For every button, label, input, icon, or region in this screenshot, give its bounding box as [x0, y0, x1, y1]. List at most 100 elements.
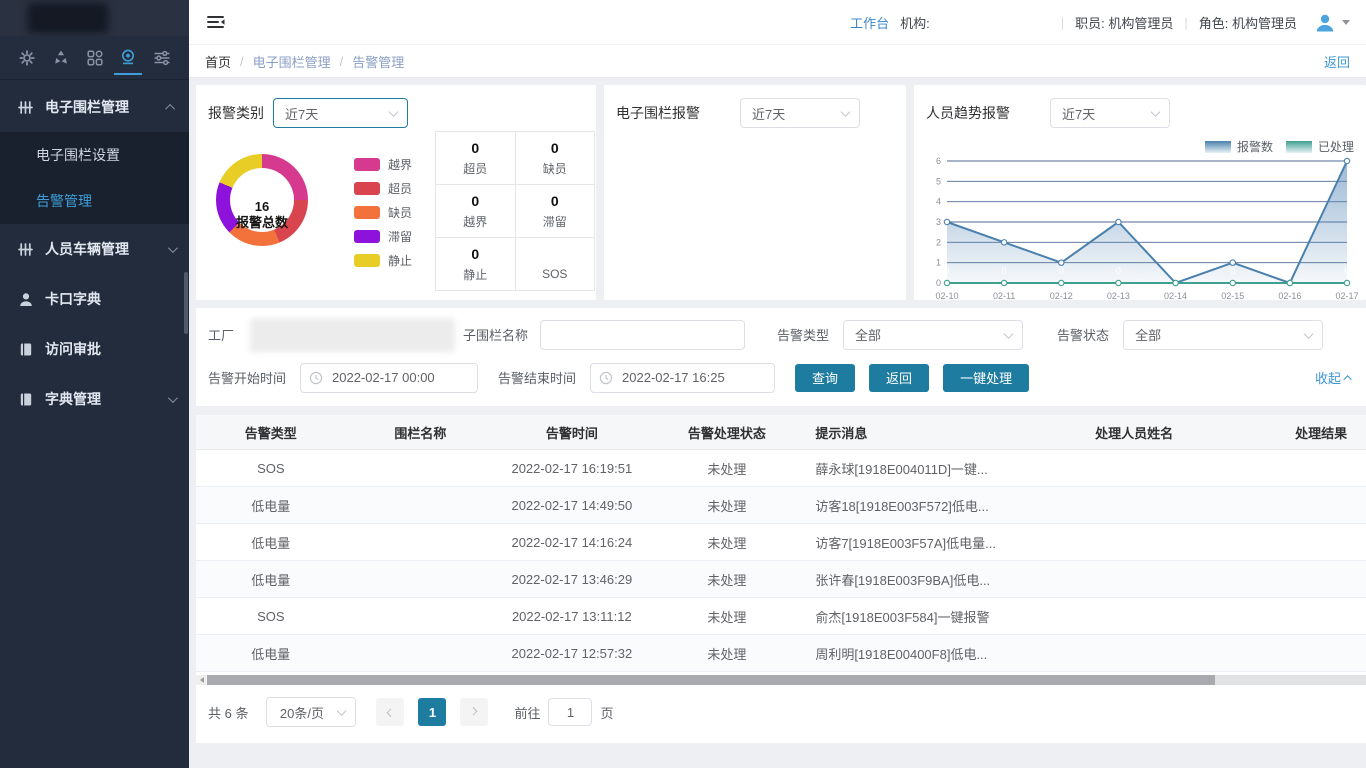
svg-text:0: 0	[1059, 266, 1064, 276]
breadcrumb-item[interactable]: 电子围栏管理	[253, 52, 331, 71]
table-cell	[346, 450, 496, 487]
page-size-select[interactable]: 20条/页	[266, 697, 356, 727]
alarm-type-select[interactable]: 全部	[843, 320, 1023, 350]
breadcrumb-row: 首页/电子围栏管理/告警管理 返回	[189, 45, 1366, 78]
subfence-input[interactable]	[540, 320, 745, 350]
scrollbar-thumb[interactable]	[207, 675, 1215, 685]
stat-cell: SOS	[516, 238, 595, 290]
back-link[interactable]: 返回	[1324, 52, 1350, 71]
start-time-input[interactable]	[300, 363, 478, 393]
table-row[interactable]: SOS2022-02-17 16:19:51未处理薛永球[1918E004011…	[196, 450, 1366, 487]
current-page-button[interactable]: 1	[418, 698, 446, 726]
sliders-icon[interactable]	[148, 41, 176, 75]
table-cell	[346, 598, 496, 635]
legend-label: 滞留	[388, 228, 412, 245]
sidebar-scrollbar[interactable]	[184, 272, 188, 334]
fence-alarm-card: 电子围栏报警 近7天	[604, 85, 906, 300]
start-time-label: 告警开始时间	[208, 368, 286, 387]
column-header: 告警时间	[495, 415, 648, 450]
column-header: 处理结果	[1228, 415, 1366, 450]
sidebar-item-4[interactable]: 字典管理	[0, 374, 189, 424]
legend-label: 报警数	[1237, 138, 1273, 155]
table-cell: 2022-02-17 14:49:50	[495, 487, 648, 524]
range-select[interactable]: 近7天	[740, 98, 860, 128]
sidebar-item-label: 电子围栏管理	[45, 97, 168, 117]
svg-text:02-11: 02-11	[993, 291, 1015, 301]
sidebar-subitem[interactable]: 电子围栏设置	[0, 132, 189, 178]
legend-label: 越界	[388, 156, 412, 173]
table-row[interactable]: 低电量2022-02-17 14:16:24未处理访客7[1918E003F57…	[196, 524, 1366, 561]
svg-text:2: 2	[936, 237, 941, 247]
legend-label: 已处理	[1318, 138, 1354, 155]
goto-page-input[interactable]	[548, 698, 592, 726]
horizontal-scrollbar[interactable]	[196, 675, 1366, 685]
table-row[interactable]: 低电量2022-02-17 13:46:29未处理张许春[1918E003F9B…	[196, 561, 1366, 598]
sidebar-item-1[interactable]: 人员车辆管理	[0, 224, 189, 274]
collapse-menu-icon[interactable]	[205, 12, 226, 32]
divider: |	[1184, 15, 1187, 30]
legend-item: 报警数	[1205, 138, 1273, 155]
legend-swatch	[1286, 141, 1312, 153]
range-select[interactable]: 近7天	[1050, 98, 1170, 128]
range-select[interactable]: 近7天	[273, 98, 408, 128]
breadcrumb-item[interactable]: 告警管理	[352, 52, 404, 71]
table-cell	[1041, 450, 1228, 487]
breadcrumb: 首页/电子围栏管理/告警管理	[205, 52, 404, 71]
card-title: 人员趋势报警	[926, 103, 1010, 123]
table-header-row: 告警类型围栏名称告警时间告警处理状态提示消息处理人员姓名处理结果处理时间	[196, 415, 1366, 450]
card-title: 电子围栏报警	[616, 103, 700, 123]
collapse-filters-link[interactable]: 收起	[1315, 368, 1352, 387]
sidebar-menu: 电子围栏管理电子围栏设置告警管理人员车辆管理卡口字典访问审批字典管理	[0, 80, 189, 424]
next-page-button[interactable]	[460, 698, 488, 726]
alarm-status-label: 告警状态	[1057, 325, 1109, 344]
table-cell	[1228, 450, 1366, 487]
cluster-icon[interactable]	[47, 41, 75, 75]
column-header: 告警类型	[196, 415, 346, 450]
grid-icon[interactable]	[81, 41, 109, 75]
table-cell: 未处理	[648, 635, 805, 672]
prev-page-button[interactable]	[376, 698, 404, 726]
gear-icon[interactable]	[13, 41, 41, 75]
table-cell: 低电量	[196, 561, 346, 598]
scroll-left-arrow[interactable]	[196, 675, 207, 685]
alarm-table: 告警类型围栏名称告警时间告警处理状态提示消息处理人员姓名处理结果处理时间 SOS…	[196, 414, 1366, 672]
scrollbar-track[interactable]	[207, 675, 1366, 685]
end-time-input[interactable]	[590, 363, 775, 393]
svg-text:02-16: 02-16	[1278, 291, 1301, 301]
table-row[interactable]: SOS2022-02-17 13:11:12未处理俞杰[1918E003F584…	[196, 598, 1366, 635]
legend-label: 超员	[388, 180, 412, 197]
svg-text:02-13: 02-13	[1107, 291, 1130, 301]
table-cell: SOS	[196, 450, 346, 487]
trend-line-chart: 01234560000000002-1002-1102-1202-1302-14…	[918, 155, 1362, 307]
sidebar-item-2[interactable]: 卡口字典	[0, 274, 189, 324]
table-cell: 俞杰[1918E003F584]一键报警	[805, 598, 1040, 635]
end-time-label: 告警结束时间	[498, 368, 576, 387]
workbench-link[interactable]: 工作台	[850, 13, 889, 32]
factory-field-redacted[interactable]	[250, 318, 455, 352]
one-key-handle-button[interactable]: 一键处理	[943, 364, 1029, 392]
monitor-icon[interactable]	[114, 41, 142, 75]
svg-text:02-14: 02-14	[1164, 291, 1187, 301]
breadcrumb-separator: /	[240, 54, 244, 69]
table-cell: 未处理	[648, 524, 805, 561]
user-menu[interactable]	[1314, 12, 1350, 33]
column-header: 告警处理状态	[648, 415, 805, 450]
search-button[interactable]: 查询	[795, 364, 855, 392]
sidebar-subitem[interactable]: 告警管理	[0, 178, 189, 224]
sidebar: 电子围栏管理电子围栏设置告警管理人员车辆管理卡口字典访问审批字典管理	[0, 0, 189, 768]
table-row[interactable]: 低电量2022-02-17 12:57:32未处理周利明[1918E00400F…	[196, 635, 1366, 672]
return-button[interactable]: 返回	[869, 364, 929, 392]
stat-cell: 0缺员	[516, 132, 595, 184]
legend-item: 缺员	[354, 204, 412, 221]
legend-label: 缺员	[388, 204, 412, 221]
table-cell: 访客7[1918E003F57A]低电量...	[805, 524, 1040, 561]
table-row[interactable]: 低电量2022-02-17 14:49:50未处理访客18[1918E003F5…	[196, 487, 1366, 524]
svg-text:02-17: 02-17	[1335, 291, 1358, 301]
stat-value: 0	[551, 193, 559, 208]
sidebar-item-0[interactable]: 电子围栏管理	[0, 82, 189, 132]
alarm-status-select[interactable]: 全部	[1123, 320, 1323, 350]
avatar	[1314, 12, 1336, 33]
stat-label: 静止	[463, 266, 487, 283]
role-label: 角色: 机构管理员	[1199, 13, 1297, 32]
sidebar-item-3[interactable]: 访问审批	[0, 324, 189, 374]
